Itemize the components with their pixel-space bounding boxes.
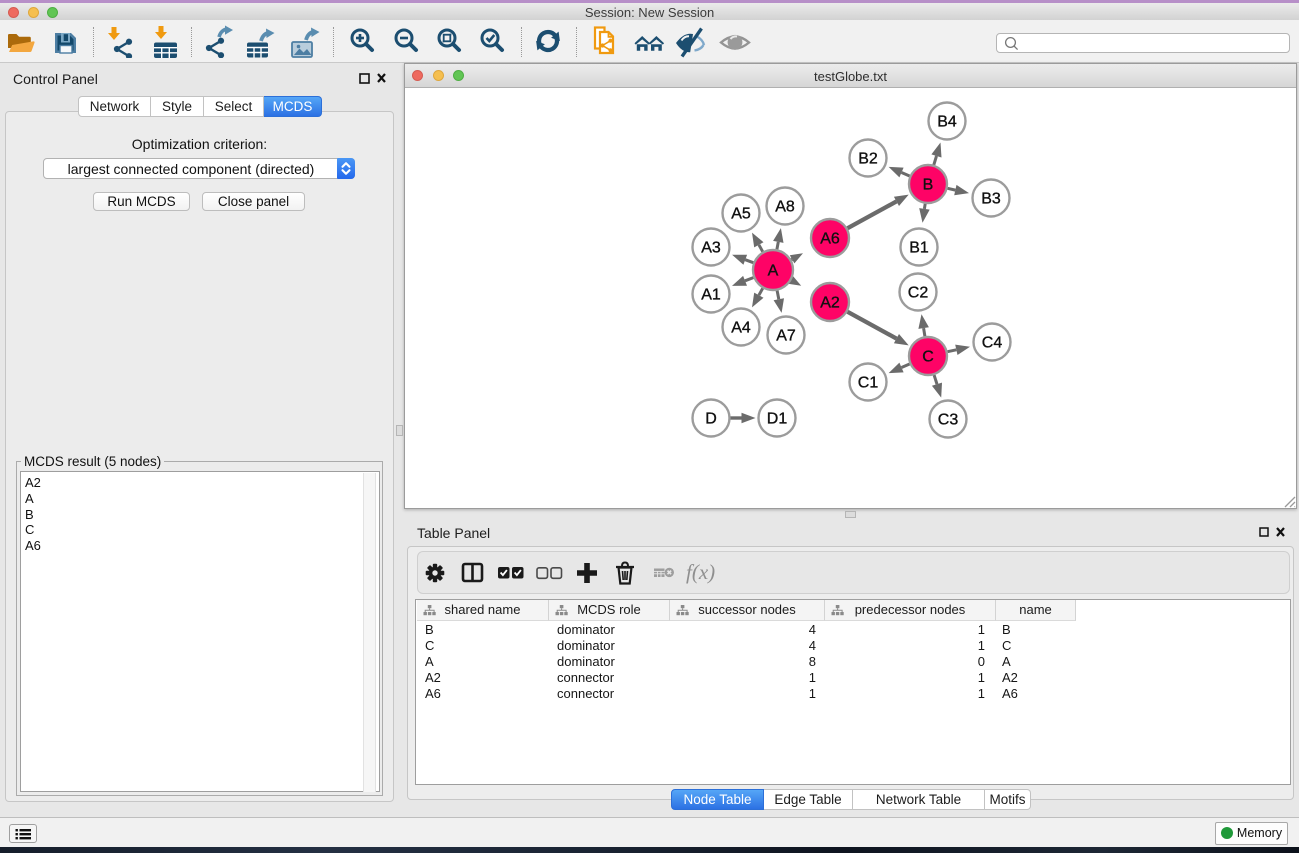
svg-text:C1: C1	[858, 375, 879, 392]
svg-text:A2: A2	[820, 295, 840, 312]
svg-text:B3: B3	[981, 191, 1001, 208]
svg-text:C3: C3	[938, 412, 959, 429]
svg-text:A3: A3	[701, 240, 721, 257]
svg-text:B1: B1	[909, 240, 929, 257]
svg-text:D: D	[705, 411, 717, 428]
svg-text:C2: C2	[908, 285, 929, 302]
svg-text:B2: B2	[858, 151, 878, 168]
svg-text:B: B	[923, 177, 934, 194]
svg-text:A6: A6	[820, 231, 840, 248]
svg-text:A5: A5	[731, 206, 751, 223]
svg-text:A7: A7	[776, 328, 796, 345]
svg-text:C4: C4	[982, 335, 1003, 352]
svg-text:A4: A4	[731, 320, 751, 337]
svg-text:A: A	[768, 263, 779, 280]
svg-text:B4: B4	[937, 114, 957, 131]
svg-text:A8: A8	[775, 199, 795, 216]
svg-text:D1: D1	[767, 411, 788, 428]
svg-text:C: C	[922, 349, 934, 366]
svg-text:A1: A1	[701, 287, 721, 304]
